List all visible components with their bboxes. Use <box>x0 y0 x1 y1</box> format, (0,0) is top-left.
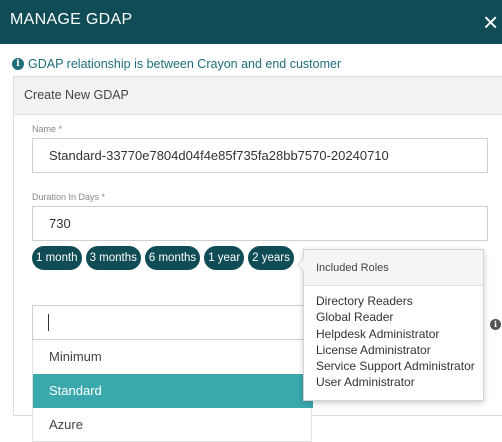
duration-input[interactable] <box>32 206 488 241</box>
role-item: License Administrator <box>316 342 431 357</box>
gdap-info-note: i GDAP relationship is between Crayon an… <box>12 57 341 71</box>
role-item: Directory Readers <box>316 294 413 308</box>
role-template-dropdown: Minimum Standard Azure <box>32 340 313 442</box>
name-input[interactable] <box>32 138 488 173</box>
role-item: Global Reader <box>316 310 394 325</box>
option-standard[interactable]: Standard <box>33 374 313 408</box>
duration-chip-2-years[interactable]: 2 years <box>248 246 294 270</box>
name-label: Name * <box>32 124 63 134</box>
included-roles-popover: Included Roles Directory Readers Global … <box>297 249 484 401</box>
role-item: Service Support Administrator <box>316 359 475 374</box>
duration-chip-6-months[interactable]: 6 months <box>144 246 201 270</box>
duration-label: Duration In Days * <box>32 192 106 202</box>
panel-title: Create New GDAP <box>24 88 129 102</box>
dialog-header: MANAGE GDAP × <box>0 0 502 44</box>
roles-info-icon[interactable]: i <box>490 319 501 330</box>
duration-chip-1-year[interactable]: 1 year <box>204 246 245 270</box>
duration-presets: 1 month 3 months 6 months 1 year 2 years <box>32 246 294 270</box>
option-azure[interactable]: Azure <box>33 408 313 442</box>
role-item: User Administrator <box>316 375 415 390</box>
close-icon[interactable]: × <box>483 9 502 35</box>
gdap-info-text: GDAP relationship is between Crayon and … <box>28 57 342 71</box>
popover-title: Included Roles <box>304 250 483 286</box>
info-icon: i <box>12 58 24 70</box>
popover-arrow <box>297 258 304 272</box>
roles-list: Directory Readers Global Reader Helpdesk… <box>316 293 475 391</box>
duration-chip-1-month[interactable]: 1 month <box>32 246 82 270</box>
panel-header: Create New GDAP <box>14 77 502 115</box>
role-template-search[interactable] <box>32 305 312 340</box>
option-minimum[interactable]: Minimum <box>33 340 313 374</box>
text-caret <box>48 314 49 331</box>
duration-chip-3-months[interactable]: 3 months <box>85 246 141 270</box>
role-item: Helpdesk Administrator <box>316 326 440 341</box>
dialog-title: MANAGE GDAP <box>10 11 133 28</box>
